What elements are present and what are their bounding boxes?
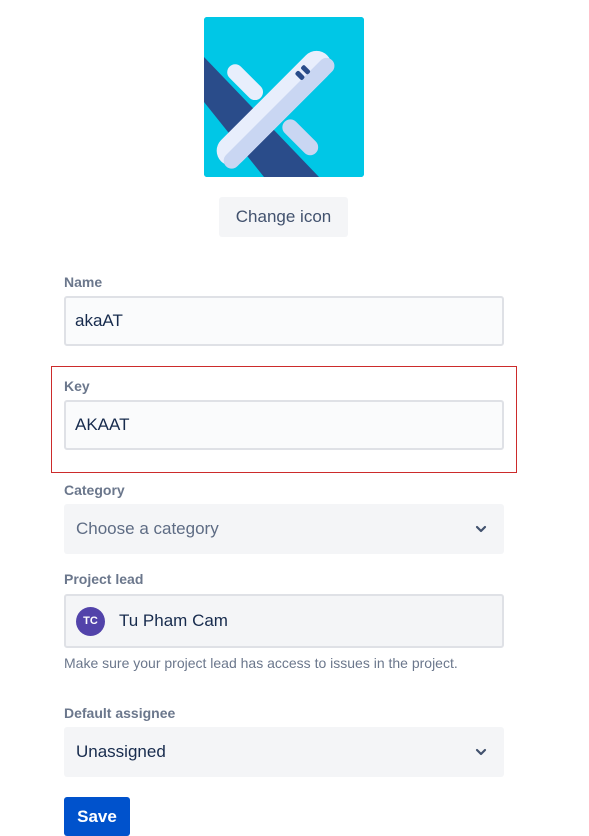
category-select[interactable]: Choose a category [64,504,504,554]
project-avatar [204,17,364,177]
default-assignee-label: Default assignee [64,705,176,721]
key-label: Key [64,378,90,394]
key-field[interactable]: AKAAT [64,400,504,450]
project-details-form: Change icon Name akaAT Key AKAAT Categor… [0,0,589,836]
category-label: Category [64,482,125,498]
chevron-down-icon [475,525,487,533]
default-assignee-value: Unassigned [76,742,166,761]
project-lead-field[interactable]: TC Tu Pham Cam [64,594,504,648]
chevron-down-icon [475,748,487,756]
name-value: akaAT [75,311,123,330]
change-icon-button[interactable]: Change icon [219,197,348,237]
key-value: AKAAT [75,415,130,434]
save-button[interactable]: Save [64,797,130,836]
project-lead-label: Project lead [64,571,144,587]
category-placeholder: Choose a category [76,519,219,538]
project-lead-helper-text: Make sure your project lead has access t… [64,655,458,671]
project-lead-value: Tu Pham Cam [119,611,228,630]
avatar: TC [76,606,105,636]
name-field[interactable]: akaAT [64,296,504,346]
name-label: Name [64,274,103,290]
airplane-icon [204,17,364,177]
default-assignee-select[interactable]: Unassigned [64,727,504,777]
